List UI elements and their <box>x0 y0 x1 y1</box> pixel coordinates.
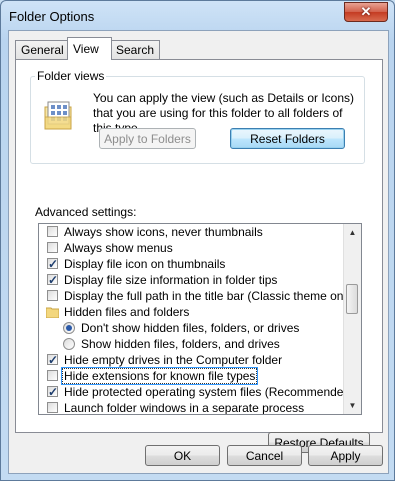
folder-options-window: Folder Options ✕ General View Search Fol… <box>0 0 395 481</box>
radio-selected[interactable] <box>63 322 75 334</box>
ok-button[interactable]: OK <box>145 445 220 466</box>
advanced-settings-list: Always show icons, never thumbnails Alwa… <box>38 223 362 415</box>
folder-views-group: Folder views You can apply the view (suc… <box>30 69 365 164</box>
list-item-label: Display the full path in the title bar (… <box>64 289 357 303</box>
list-item-label: Display file size information in folder … <box>64 273 278 287</box>
close-icon: ✕ <box>360 4 372 19</box>
list-item-label: Launch folder windows in a separate proc… <box>64 401 305 415</box>
folder-views-legend: Folder views <box>35 69 107 83</box>
checkmark-icon: ✓ <box>48 273 59 287</box>
list-item-label: Hide extensions for known file types <box>60 367 259 385</box>
checkbox[interactable] <box>47 402 58 413</box>
checkmark-icon: ✓ <box>48 385 59 399</box>
checkbox-checked[interactable]: ✓ <box>47 257 59 271</box>
checkbox[interactable] <box>47 226 58 237</box>
dialog-client: General View Search Folder views You can… <box>8 30 389 474</box>
checkbox-checked[interactable]: ✓ <box>47 353 59 367</box>
checkbox[interactable] <box>47 242 58 253</box>
view-tab-panel: Folder views You can apply the view (suc… <box>15 59 383 453</box>
window-title: Folder Options <box>9 9 95 24</box>
list-item-label: Hide protected operating system files (R… <box>64 385 355 399</box>
list-item-label: Show hidden files, folders, and drives <box>81 337 280 351</box>
scrollbar-thumb[interactable] <box>346 284 358 314</box>
list-item-label: Always show icons, never thumbnails <box>64 225 263 239</box>
close-button[interactable]: ✕ <box>344 2 388 22</box>
tab-search[interactable]: Search <box>110 40 160 59</box>
checkbox-checked[interactable]: ✓ <box>47 385 59 399</box>
list-item-label: Hidden files and folders <box>64 305 190 319</box>
folder-view-icon <box>44 101 72 130</box>
tab-view[interactable]: View <box>67 37 112 60</box>
apply-button[interactable]: Apply <box>308 445 383 466</box>
scroll-down-arrow-icon[interactable]: ▼ <box>344 397 361 414</box>
checkbox[interactable] <box>47 370 58 381</box>
cancel-button[interactable]: Cancel <box>227 445 302 466</box>
list-item-label: Display file icon on thumbnails <box>64 257 226 271</box>
vertical-scrollbar[interactable]: ▲ ▼ <box>343 224 361 414</box>
scroll-up-arrow-icon[interactable]: ▲ <box>344 224 361 241</box>
checkmark-icon: ✓ <box>48 257 59 271</box>
tab-general[interactable]: General <box>15 40 71 59</box>
list-item-label: Don't show hidden files, folders, or dri… <box>81 321 300 335</box>
advanced-settings-heading: Advanced settings: <box>35 205 137 219</box>
folder-icon <box>46 307 59 318</box>
apply-to-folders-button[interactable]: Apply to Folders <box>99 128 196 149</box>
checkbox[interactable] <box>47 290 58 301</box>
list-item-label: Hide empty drives in the Computer folder <box>64 353 283 367</box>
checkmark-icon: ✓ <box>48 353 59 367</box>
title-bar[interactable]: Folder Options ✕ <box>1 1 394 31</box>
radio[interactable] <box>63 338 75 350</box>
reset-folders-button[interactable]: Reset Folders <box>230 128 345 149</box>
checkbox-checked[interactable]: ✓ <box>47 273 59 287</box>
list-item-label: Always show menus <box>64 241 173 255</box>
